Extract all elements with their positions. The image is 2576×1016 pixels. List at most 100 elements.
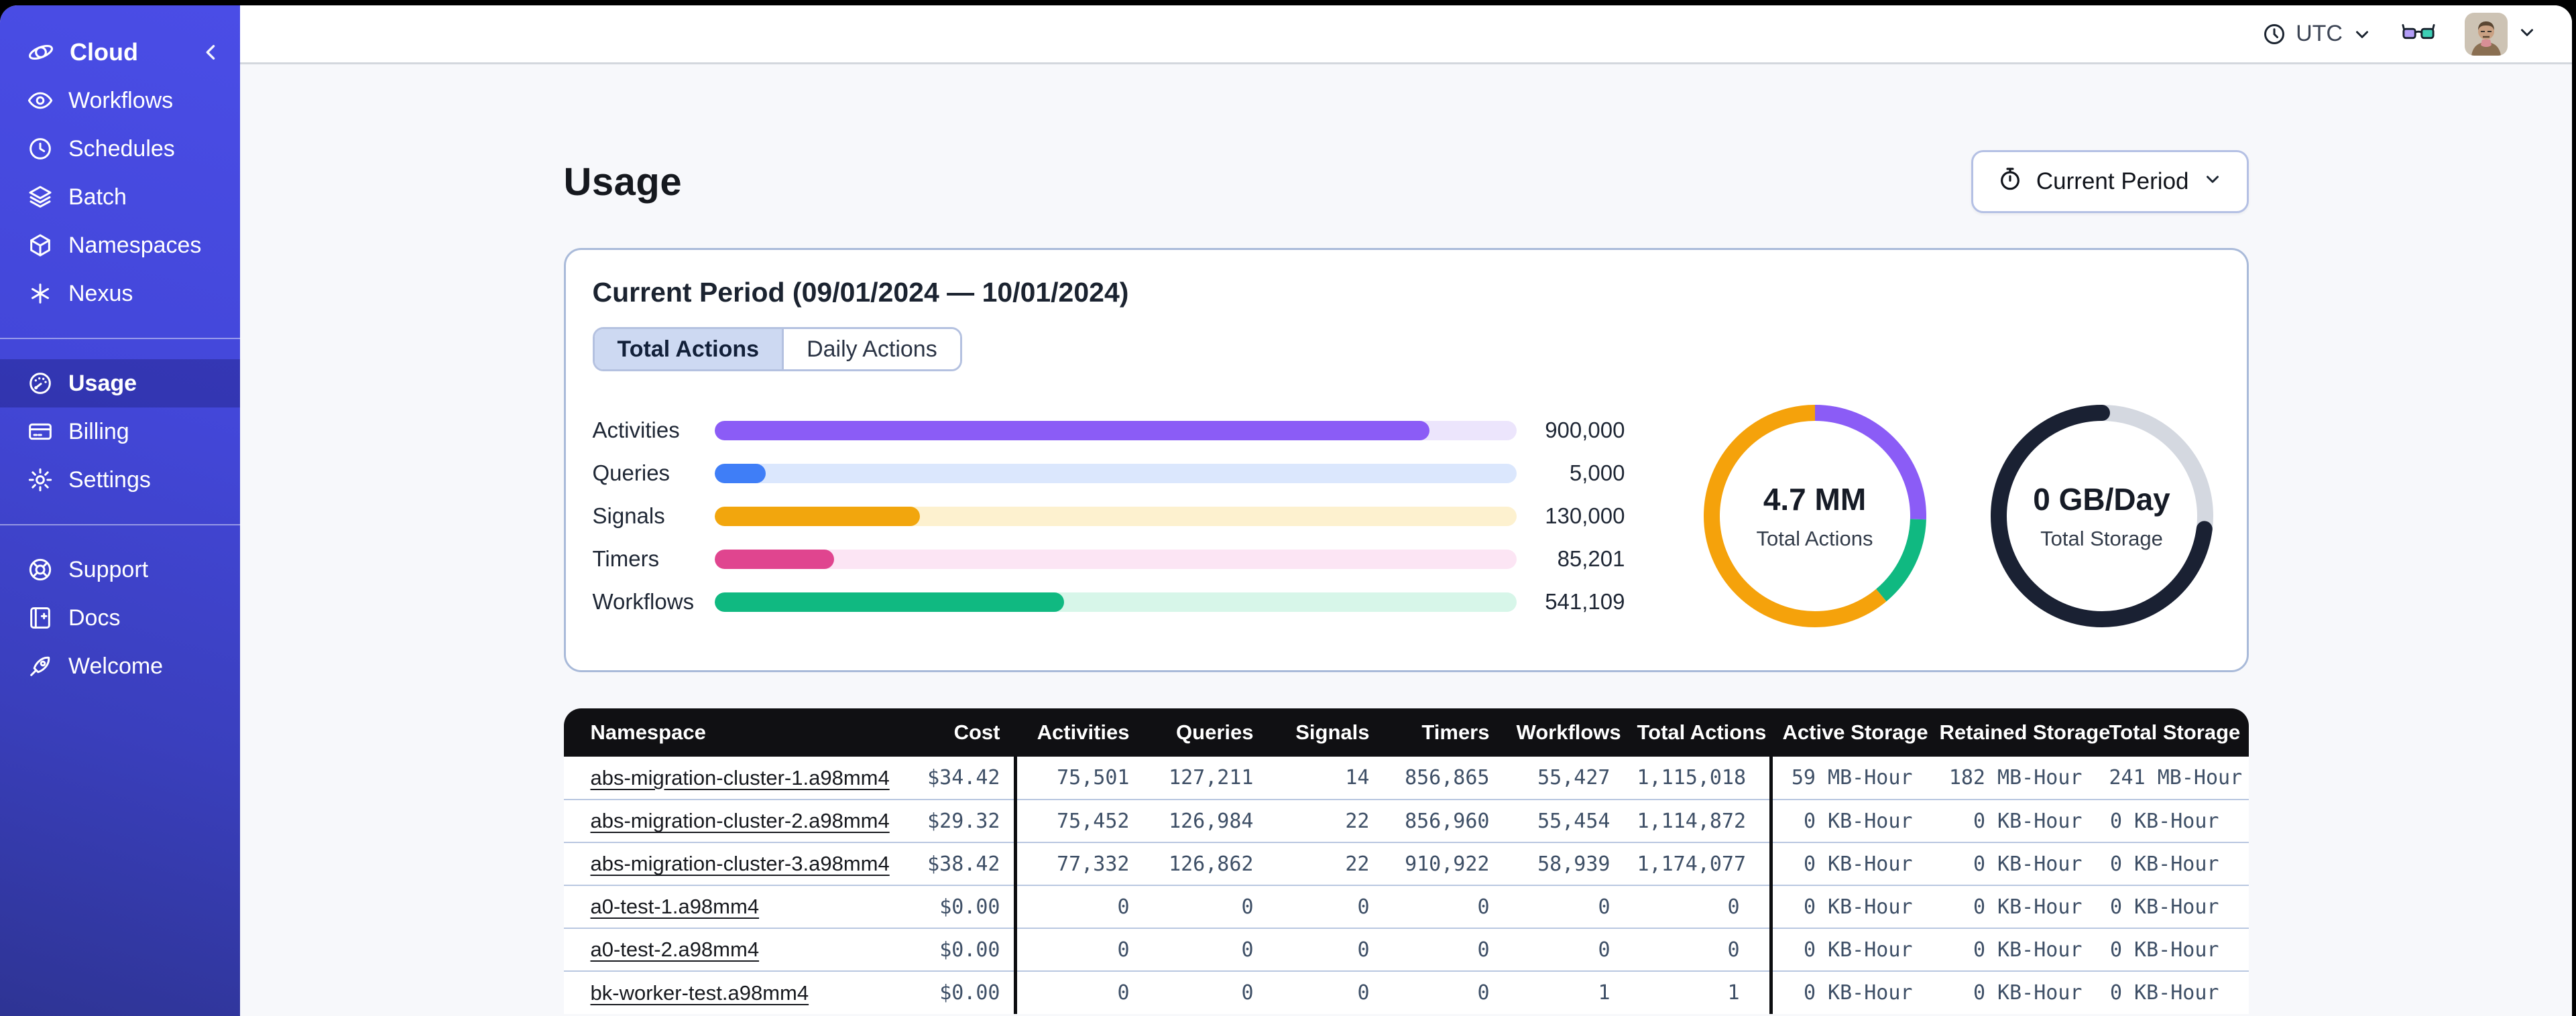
- sidebar-item-nexus[interactable]: Nexus: [0, 269, 240, 318]
- sidebar-item-label: Support: [68, 556, 149, 582]
- table-header-row: Namespace Cost Activities Queries Signals Tim…: [563, 708, 2249, 757]
- period-selector-button[interactable]: Current Period: [1971, 150, 2249, 213]
- sidebar-item-workflows[interactable]: Workflows: [0, 76, 240, 125]
- sidebar-item-label: Batch: [68, 184, 127, 210]
- sidebar-item-namespaces[interactable]: Namespaces: [0, 221, 240, 269]
- value-cell: 0 KB-Hour: [1926, 970, 2096, 1014]
- sidebar-brand: Cloud: [0, 28, 240, 76]
- value-cell: 55,454: [1503, 799, 1624, 842]
- table-row: bk-worker-test.a98mm4 $0.00 0 0 0 0 1 1 0 KB-Hou…: [563, 970, 2249, 1014]
- sidebar-item-label: Settings: [68, 466, 151, 493]
- card-title: Current Period (09/01/2024 — 10/01/2024): [592, 277, 1129, 308]
- bar-fill: [714, 506, 920, 526]
- actions-tab-group: Total Actions Daily Actions: [592, 327, 962, 371]
- value-cell: 127,211: [1143, 757, 1267, 800]
- value-cell: 856,865: [1383, 757, 1503, 800]
- main-content: Usage Current Period Current Period (09/…: [240, 64, 2572, 1016]
- column-header: Cost: [865, 708, 1014, 757]
- namespace-link[interactable]: a0-test-2.a98mm4: [591, 938, 760, 961]
- value-cell: 0 KB-Hour: [1926, 842, 2096, 885]
- sidebar-item-usage[interactable]: Usage: [0, 359, 240, 407]
- current-period-card: Current Period (09/01/2024 — 10/01/2024)…: [563, 248, 2249, 672]
- sidebar-item-support[interactable]: Support: [0, 546, 240, 594]
- column-header: Total Storage: [2095, 708, 2249, 757]
- value-cell: 0: [1013, 970, 1143, 1014]
- namespace-link[interactable]: abs-migration-cluster-2.a98mm4: [591, 809, 890, 832]
- value-cell: 0: [1503, 885, 1624, 928]
- namespace-link[interactable]: abs-migration-cluster-1.a98mm4: [591, 766, 890, 789]
- page-title: Usage: [563, 160, 683, 204]
- sidebar-item-settings[interactable]: Settings: [0, 456, 240, 504]
- value-cell: 0 KB-Hour: [1769, 799, 1926, 842]
- namespace-link[interactable]: abs-migration-cluster-3.a98mm4: [591, 852, 890, 875]
- sidebar-item-label: Usage: [68, 370, 137, 396]
- usage-bar-chart: Activities 900,000 Queries 5,000 Signals 130,…: [593, 409, 1625, 623]
- bar-value: 5,000: [1569, 460, 1625, 485]
- sidebar-item-label: Billing: [68, 418, 129, 444]
- value-cell: 182 MB-Hour: [1926, 757, 2096, 800]
- value-cell: 241 MB-Hour: [2095, 757, 2249, 800]
- sidebar-collapse-icon[interactable]: [200, 41, 223, 64]
- namespace-cell: abs-migration-cluster-3.a98mm4: [563, 842, 890, 885]
- chevron-down-icon: [2517, 22, 2537, 46]
- value-cell: 22: [1267, 842, 1383, 885]
- namespace-link[interactable]: bk-worker-test.a98mm4: [591, 981, 809, 1005]
- clock-icon: [2262, 22, 2286, 46]
- column-header: Retained Storage: [1926, 708, 2110, 757]
- value-cell: $0.00: [865, 928, 1014, 971]
- value-cell: 0: [1623, 885, 1769, 928]
- value-cell: 126,984: [1143, 799, 1267, 842]
- brand-label: Cloud: [70, 38, 138, 66]
- sidebar-item-welcome[interactable]: Welcome: [0, 642, 240, 690]
- column-header: Active Storage: [1769, 708, 1928, 757]
- bar-track: [714, 506, 1517, 526]
- usage-bar-row: Timers 85,201: [593, 537, 1625, 580]
- namespace-link[interactable]: a0-test-1.a98mm4: [591, 895, 760, 918]
- sidebar-item-docs[interactable]: Docs: [0, 594, 240, 642]
- table-row: a0-test-1.a98mm4 $0.00 0 0 0 0 0 0 0 KB-Hour 0 KB…: [563, 885, 2249, 928]
- bar-fill: [714, 549, 834, 569]
- bar-value: 541,109: [1545, 589, 1625, 614]
- value-cell: 0: [1013, 885, 1143, 928]
- table-row: abs-migration-cluster-3.a98mm4 $38.42 77,3…: [563, 842, 2249, 885]
- value-cell: $0.00: [865, 970, 1014, 1014]
- value-cell: 910,922: [1383, 842, 1503, 885]
- chevron-down-icon: [2203, 168, 2223, 195]
- value-cell: 0 KB-Hour: [2095, 928, 2249, 971]
- chevron-down-icon: [2352, 24, 2372, 44]
- sidebar-item-billing[interactable]: Billing: [0, 407, 240, 456]
- period-button-label: Current Period: [2036, 168, 2189, 194]
- namespace-usage-table: Namespace Cost Activities Queries Signals Tim…: [563, 708, 2249, 1014]
- docs-icon: [27, 605, 54, 631]
- value-cell: 59 MB-Hour: [1769, 757, 1926, 800]
- bar-value: 900,000: [1545, 418, 1625, 442]
- value-cell: 0: [1383, 970, 1503, 1014]
- tab-daily-actions[interactable]: Daily Actions: [782, 329, 960, 369]
- batch-icon: [27, 184, 54, 210]
- timezone-selector[interactable]: UTC: [2262, 21, 2372, 47]
- bar-label: Signals: [592, 503, 665, 528]
- value-cell: $0.00: [865, 885, 1014, 928]
- bar-label: Activities: [592, 418, 680, 442]
- account-menu[interactable]: [2465, 12, 2537, 56]
- value-cell: 22: [1267, 799, 1383, 842]
- tab-total-actions[interactable]: Total Actions: [594, 329, 782, 369]
- value-cell: 0 KB-Hour: [1926, 799, 2096, 842]
- donut-value: 4.7 MM: [1763, 482, 1867, 517]
- stopwatch-icon: [1997, 166, 2023, 198]
- value-cell: 0: [1383, 928, 1503, 971]
- value-cell: 0 KB-Hour: [1769, 970, 1926, 1014]
- table-row: abs-migration-cluster-2.a98mm4 $29.32 75,4…: [563, 799, 2249, 842]
- bar-fill: [714, 592, 1064, 612]
- column-header: Activities: [1013, 708, 1143, 757]
- value-cell: 0: [1143, 970, 1267, 1014]
- dev-glasses-toggle[interactable]: [2402, 22, 2435, 46]
- value-cell: 0 KB-Hour: [1769, 885, 1926, 928]
- sidebar-item-schedules[interactable]: Schedules: [0, 125, 240, 173]
- value-cell: 1: [1623, 970, 1769, 1014]
- bar-value: 130,000: [1545, 503, 1625, 528]
- sidebar-item-batch[interactable]: Batch: [0, 173, 240, 221]
- table-row: abs-migration-cluster-1.a98mm4 $34.42 75,5…: [563, 757, 2249, 800]
- workflows-icon: [27, 87, 54, 114]
- table-row: a0-test-2.a98mm4 $0.00 0 0 0 0 0 0 0 KB-Hour 0 KB…: [563, 928, 2249, 971]
